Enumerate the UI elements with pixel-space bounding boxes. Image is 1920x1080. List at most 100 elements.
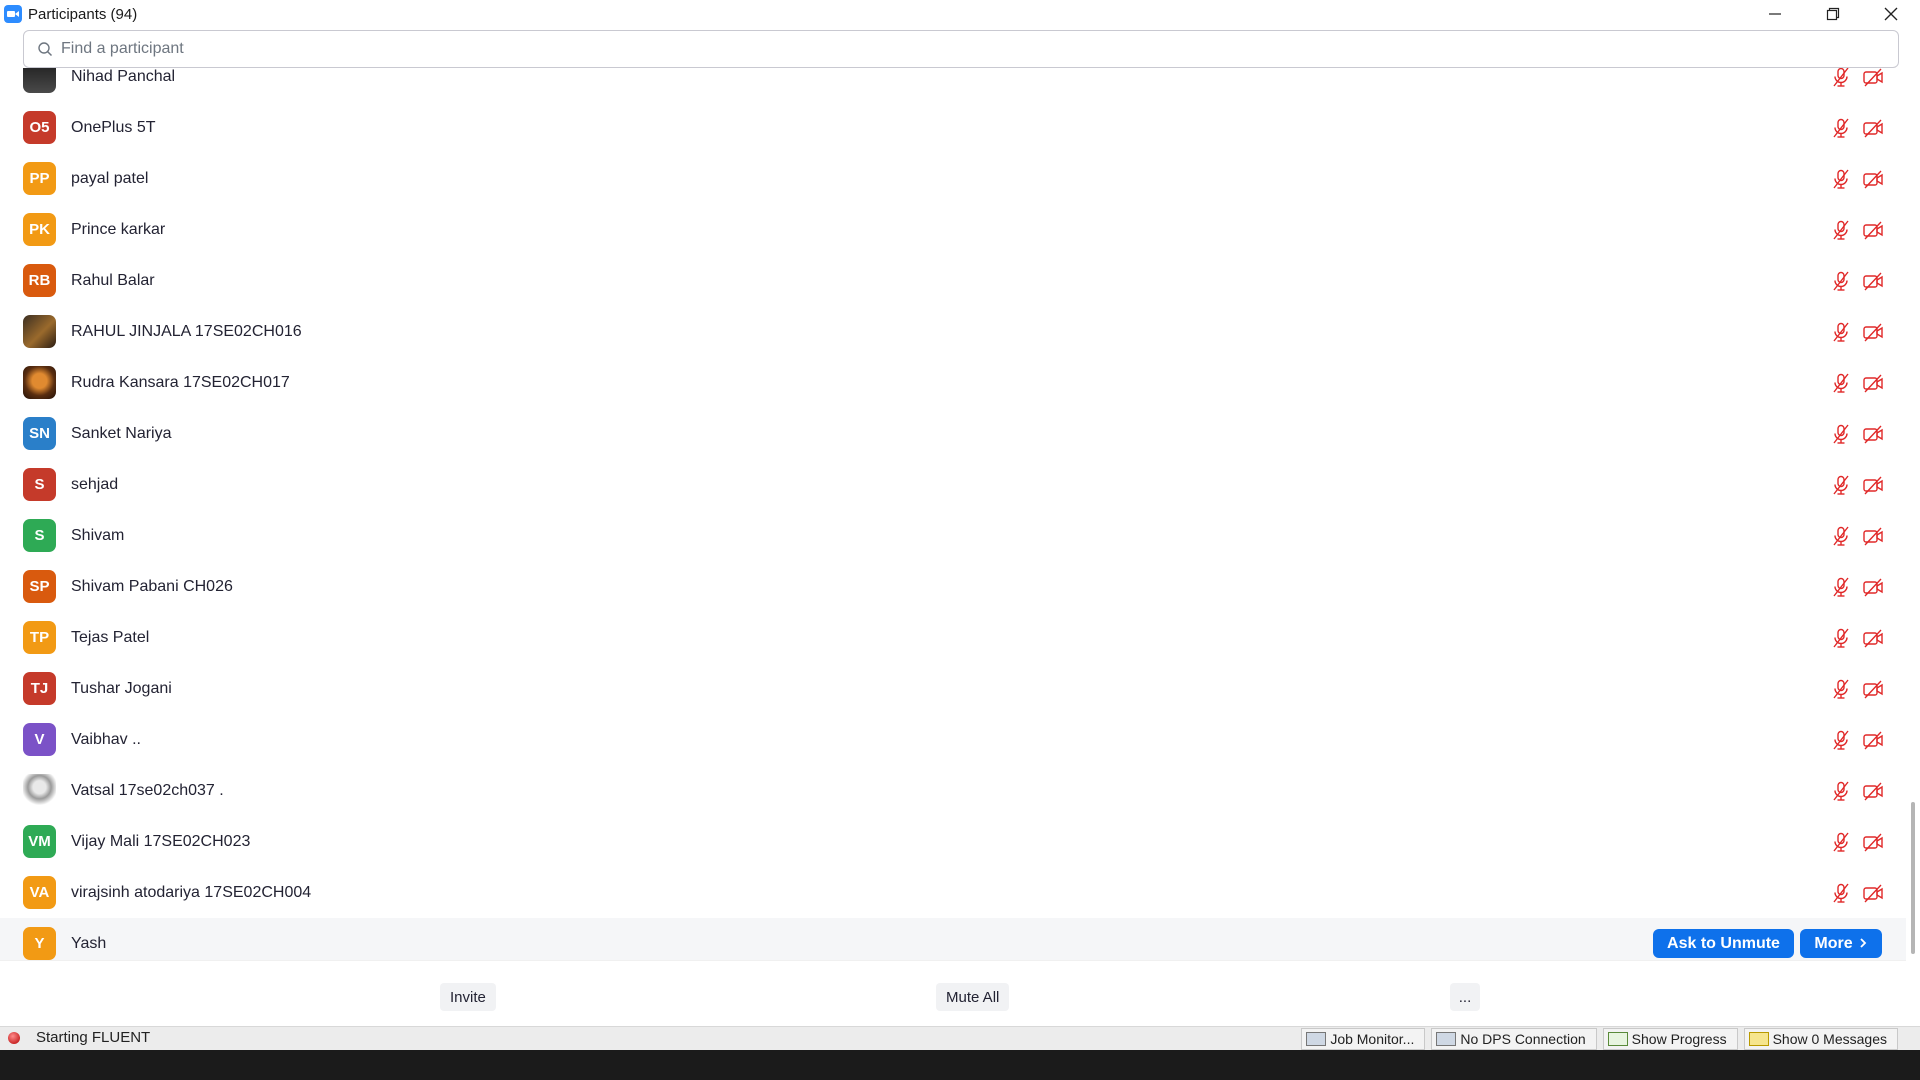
participant-row[interactable]: PP payal patel bbox=[0, 153, 1906, 204]
muted-mic-icon bbox=[1833, 322, 1849, 342]
participant-status-icons bbox=[1830, 882, 1884, 904]
participant-row[interactable]: RB Rahul Balar bbox=[0, 255, 1906, 306]
video-off-icon bbox=[1863, 425, 1883, 443]
avatar bbox=[23, 315, 56, 348]
status-left: Starting FLUENT bbox=[8, 1029, 150, 1046]
video-off-icon bbox=[1863, 884, 1883, 902]
participant-name: Rahul Balar bbox=[71, 271, 155, 289]
dps-connection-button[interactable]: No DPS Connection bbox=[1431, 1028, 1597, 1050]
avatar: RB bbox=[23, 264, 56, 297]
ask-to-unmute-button[interactable]: Ask to Unmute bbox=[1653, 929, 1794, 958]
avatar: S bbox=[23, 468, 56, 501]
close-button[interactable] bbox=[1862, 0, 1920, 28]
minimize-icon bbox=[1769, 13, 1781, 15]
status-text: Starting FLUENT bbox=[36, 1029, 151, 1046]
muted-mic-icon bbox=[1833, 220, 1849, 240]
restore-button[interactable] bbox=[1804, 0, 1862, 28]
participant-name: Sanket Nariya bbox=[71, 424, 172, 442]
monitor-icon bbox=[1436, 1032, 1457, 1046]
participant-status-icons bbox=[1830, 576, 1884, 598]
participant-list[interactable]: Nihad Panchal O5 OnePlus 5T PP payal patel PK… bbox=[0, 68, 1906, 960]
participant-name: Vijay Mali 17SE02CH023 bbox=[71, 832, 251, 850]
more-button[interactable]: More bbox=[1800, 929, 1882, 958]
participant-name: Prince karkar bbox=[71, 220, 166, 238]
list-scrollbar[interactable] bbox=[1906, 68, 1920, 960]
avatar: O5 bbox=[23, 111, 56, 144]
avatar bbox=[23, 366, 56, 399]
participant-name: sehjad bbox=[71, 475, 119, 493]
muted-mic-icon bbox=[1833, 679, 1849, 699]
participant-status-icons bbox=[1830, 321, 1884, 343]
avatar: PK bbox=[23, 213, 56, 246]
muted-mic-icon bbox=[1833, 118, 1849, 138]
participant-row[interactable]: Rudra Kansara 17SE02CH017 bbox=[0, 357, 1906, 408]
muted-mic-icon bbox=[1833, 730, 1849, 750]
show-messages-label: Show 0 Messages bbox=[1772, 1031, 1887, 1047]
video-off-icon bbox=[1863, 374, 1883, 392]
chevron-right-icon bbox=[1853, 935, 1868, 953]
participant-name: Nihad Panchal bbox=[71, 68, 176, 85]
video-off-icon bbox=[1863, 272, 1883, 290]
participant-status-icons bbox=[1830, 474, 1884, 496]
more-options-button[interactable]: ... bbox=[1450, 983, 1480, 1011]
participant-row[interactable]: TJ Tushar Jogani bbox=[0, 663, 1906, 714]
avatar: SP bbox=[23, 570, 56, 603]
participant-status-icons bbox=[1830, 117, 1884, 139]
participant-row[interactable]: SN Sanket Nariya bbox=[0, 408, 1906, 459]
participant-row[interactable]: Vatsal 17se02ch037 . bbox=[0, 765, 1906, 816]
participant-name: payal patel bbox=[71, 169, 149, 187]
video-off-icon bbox=[1863, 527, 1883, 545]
participant-row[interactable]: S Shivam bbox=[0, 510, 1906, 561]
show-messages-button[interactable]: Show 0 Messages bbox=[1743, 1028, 1898, 1050]
muted-mic-icon bbox=[1833, 373, 1849, 393]
job-monitor-icon bbox=[1306, 1032, 1327, 1046]
scrollbar-thumb[interactable] bbox=[1911, 802, 1915, 954]
search-input[interactable] bbox=[61, 40, 1841, 58]
status-dot-icon bbox=[8, 1031, 20, 1044]
video-off-icon bbox=[1863, 680, 1883, 698]
show-progress-button[interactable]: Show Progress bbox=[1602, 1028, 1738, 1050]
participant-status-icons bbox=[1830, 729, 1884, 751]
participant-row[interactable]: Ssehjad bbox=[0, 459, 1906, 510]
video-off-icon bbox=[1863, 578, 1883, 596]
participant-row[interactable]: V Vaibhav .. bbox=[0, 714, 1906, 765]
participant-row[interactable]: O5 OnePlus 5T bbox=[0, 102, 1906, 153]
participant-row[interactable]: VM Vijay Mali 17SE02CH023 bbox=[0, 816, 1906, 867]
avatar: TP bbox=[23, 621, 56, 654]
participant-name: Shivam bbox=[71, 526, 125, 544]
restore-icon bbox=[1826, 7, 1840, 21]
title-bar: Participants (94) bbox=[0, 0, 1920, 28]
participant-row[interactable]: VA virajsinh atodariya 17SE02CH004 bbox=[0, 867, 1906, 918]
job-monitor-button[interactable]: Job Monitor... bbox=[1301, 1028, 1426, 1050]
participant-status-icons bbox=[1830, 525, 1884, 547]
muted-mic-icon bbox=[1833, 271, 1849, 291]
video-off-icon bbox=[1863, 629, 1883, 647]
participant-row[interactable]: Nihad Panchal bbox=[0, 68, 1906, 102]
muted-mic-icon bbox=[1833, 832, 1849, 852]
invite-button[interactable]: Invite bbox=[440, 983, 496, 1011]
mute-all-button[interactable]: Mute All bbox=[936, 983, 1010, 1011]
muted-mic-icon bbox=[1833, 577, 1849, 597]
muted-mic-icon bbox=[1833, 475, 1849, 495]
minimize-button[interactable] bbox=[1746, 0, 1804, 28]
muted-mic-icon bbox=[1833, 424, 1849, 444]
muted-mic-icon bbox=[1833, 68, 1849, 87]
muted-mic-icon bbox=[1833, 526, 1849, 546]
participant-row[interactable]: PK Prince karkar bbox=[0, 204, 1906, 255]
participant-row[interactable]: RAHUL JINJALA 17SE02CH016 bbox=[0, 306, 1906, 357]
participant-status-icons bbox=[1830, 423, 1884, 445]
muted-mic-icon bbox=[1833, 781, 1849, 801]
participant-row[interactable]: SP Shivam Pabani CH026 bbox=[0, 561, 1906, 612]
participant-name: virajsinh atodariya 17SE02CH004 bbox=[71, 883, 312, 901]
participant-row[interactable]: Y Yash Ask to Unmute More bbox=[0, 918, 1906, 960]
participant-status-icons bbox=[1830, 270, 1884, 292]
participant-name: Tushar Jogani bbox=[71, 679, 172, 697]
participant-row[interactable]: TP Tejas Patel bbox=[0, 612, 1906, 663]
avatar: VM bbox=[23, 825, 56, 858]
participant-status-icons bbox=[1830, 168, 1884, 190]
search-box[interactable] bbox=[23, 30, 1899, 68]
job-monitor-label: Job Monitor... bbox=[1330, 1031, 1415, 1047]
participant-name: Yash bbox=[71, 934, 107, 952]
video-off-icon bbox=[1863, 68, 1883, 86]
muted-mic-icon bbox=[1833, 169, 1849, 189]
